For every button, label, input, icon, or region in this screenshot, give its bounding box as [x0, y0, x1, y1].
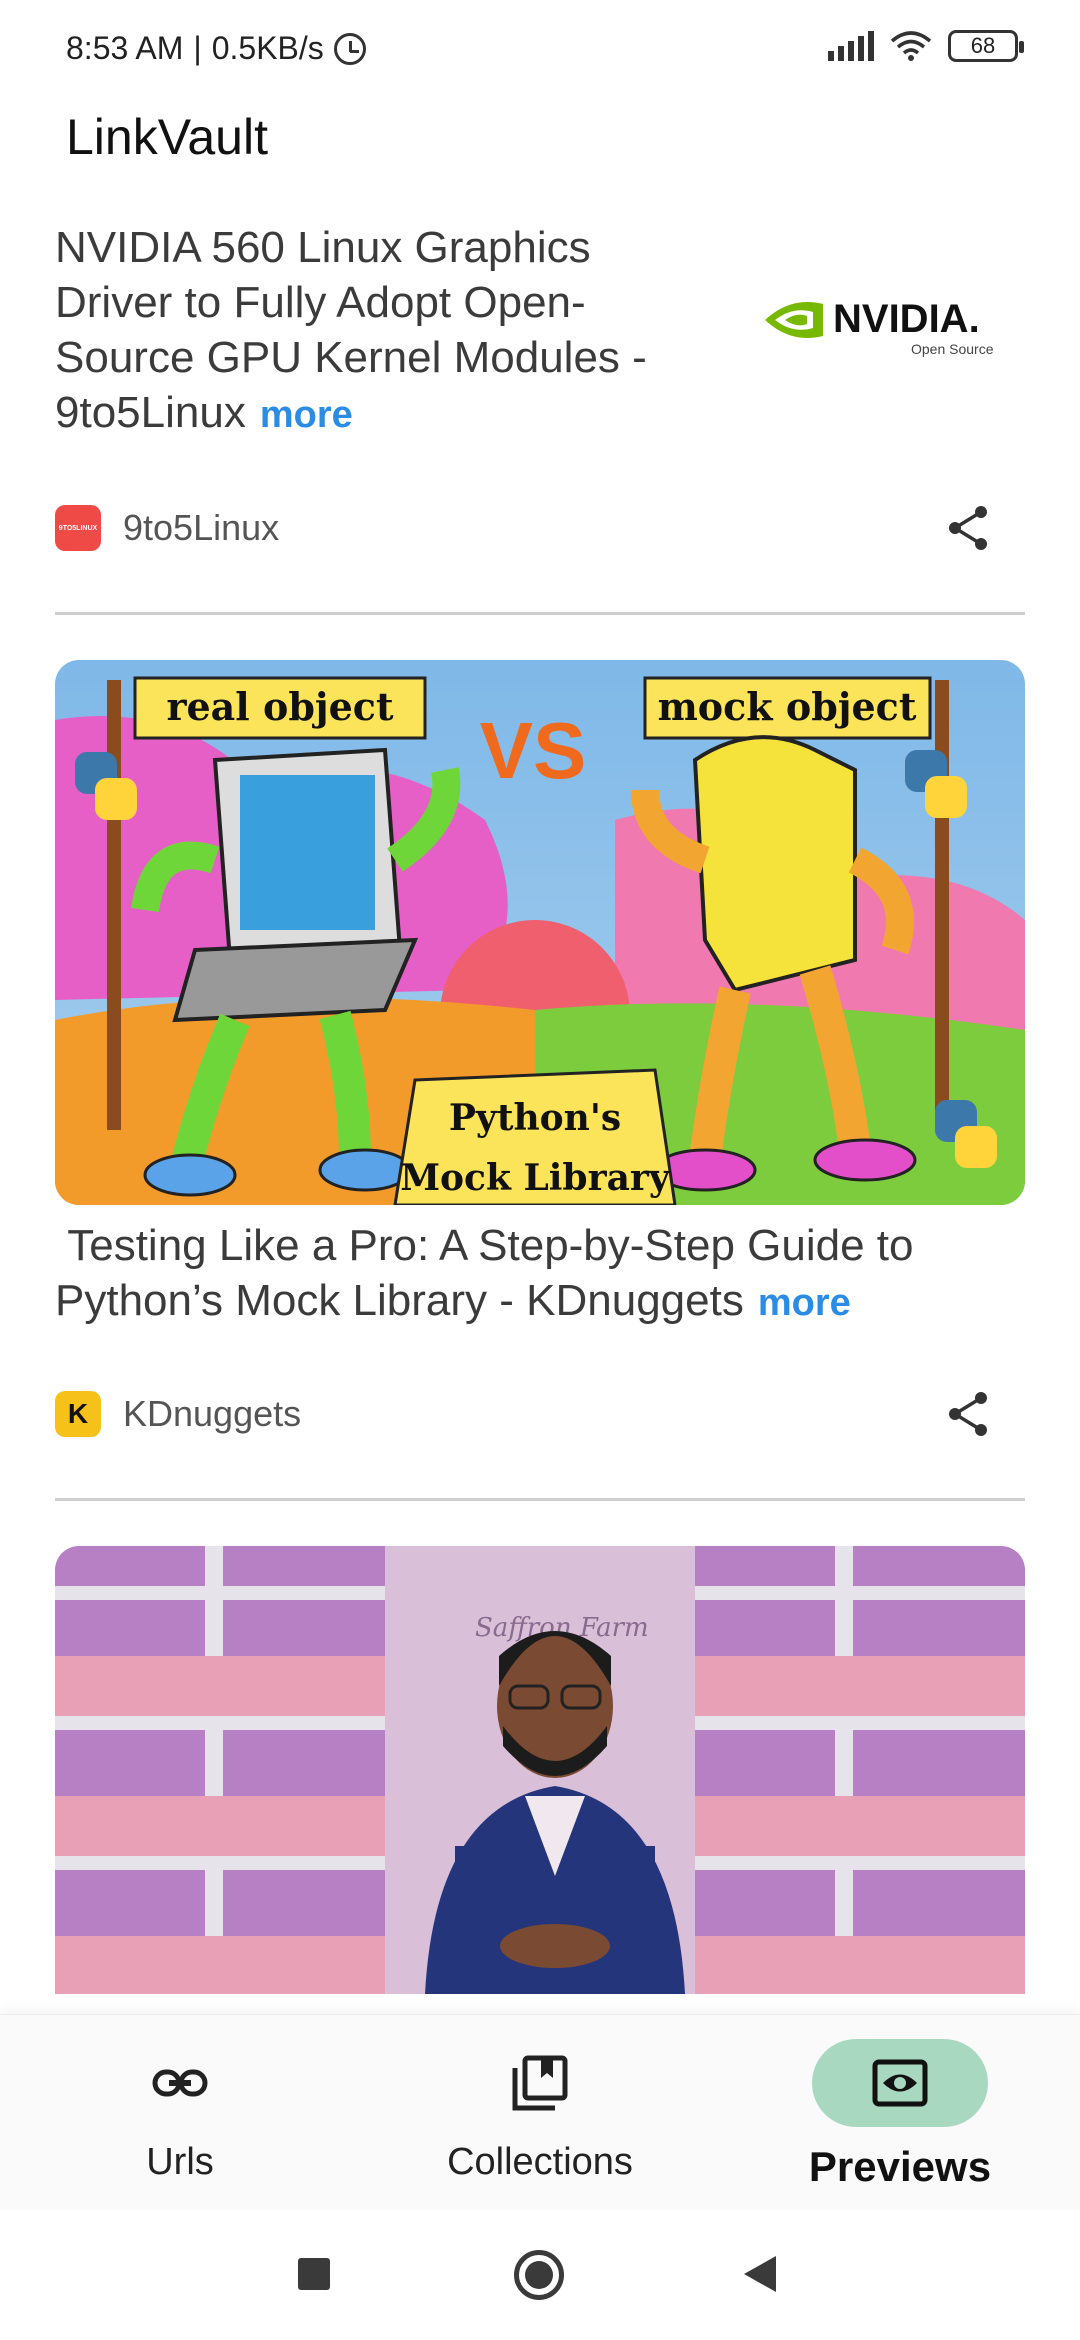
- nvidia-logo: NVIDIA. Open Source: [765, 297, 994, 357]
- wifi-icon: [890, 31, 932, 61]
- home-button[interactable]: [514, 2250, 564, 2300]
- nav-item-urls[interactable]: Urls: [0, 2015, 360, 2211]
- more-link[interactable]: more: [758, 1282, 851, 1324]
- card-title[interactable]: NVIDIA 560 Linux Graphics Driver to Full…: [55, 220, 705, 443]
- battery-icon: 68: [948, 30, 1024, 62]
- source-row: K KDnuggets: [55, 1384, 1025, 1444]
- nav-label: Previews: [808, 2143, 992, 2190]
- source-name: KDnuggets: [123, 1393, 302, 1434]
- battery-level: 68: [970, 33, 996, 58]
- nav-item-previews[interactable]: Previews: [720, 2015, 1080, 2211]
- image-vs-text: VS: [480, 706, 587, 795]
- nvidia-logo-subtext: Open Source: [911, 341, 994, 357]
- alarm-icon: [333, 32, 366, 65]
- signal-icon: [828, 31, 874, 61]
- status-separator: |: [193, 30, 202, 66]
- card-divider: [55, 612, 1025, 615]
- status-bar: 8:53 AM | 0.5KB/s 68: [0, 0, 1080, 100]
- share-icon[interactable]: [943, 1388, 995, 1440]
- link-icon: [152, 2069, 208, 2097]
- share-icon[interactable]: [943, 502, 995, 554]
- status-left: 8:53 AM | 0.5KB/s: [66, 30, 366, 67]
- nvidia-eye-icon: [765, 302, 823, 338]
- collections-icon: [512, 2055, 568, 2111]
- nvidia-logo-text: NVIDIA.: [833, 297, 980, 341]
- bottom-navigation: Urls Collections Previews: [0, 2014, 1080, 2210]
- nav-icon-wrap: [452, 2039, 628, 2127]
- source-name: 9to5Linux: [123, 507, 280, 548]
- status-time: 8:53 AM: [66, 30, 184, 66]
- source-favicon-text: 9TO5LINUX: [58, 524, 98, 532]
- status-right: 68: [828, 30, 1024, 62]
- preview-image[interactable]: real object mock object VS Python's Mock…: [55, 660, 1025, 1205]
- back-button[interactable]: [742, 2254, 778, 2294]
- source-favicon-text: K: [67, 1398, 89, 1429]
- source-favicon: K: [55, 1391, 101, 1437]
- image-sign-right: mock object: [658, 684, 917, 729]
- link-card[interactable]: real object mock object VS Python's Mock…: [55, 660, 1025, 1510]
- nav-label: Collections: [447, 2141, 633, 2183]
- recent-apps-button[interactable]: [298, 2258, 330, 2290]
- nav-icon-wrap: [92, 2039, 268, 2127]
- app-title: LinkVault: [66, 109, 268, 165]
- system-navigation-bar: [0, 2210, 1080, 2340]
- nav-active-indicator: [812, 2039, 988, 2127]
- link-card[interactable]: NVIDIA 560 Linux Graphics Driver to Full…: [55, 220, 1025, 620]
- nav-label: Urls: [146, 2141, 214, 2183]
- image-banner-line1: Python's: [449, 1097, 621, 1139]
- network-speed: 0.5KB/s: [211, 30, 324, 66]
- nav-item-collections[interactable]: Collections: [360, 2015, 720, 2211]
- home-button-dot: [525, 2261, 553, 2289]
- preview-eye-icon: [872, 2059, 928, 2107]
- link-card[interactable]: Saffron Farm: [55, 1546, 1025, 1996]
- card-title[interactable]: Testing Like a Pro: A Step-by-Step Guide…: [55, 1218, 1025, 1331]
- card-divider: [55, 1498, 1025, 1501]
- source-favicon: 9TO5LINUX: [55, 505, 101, 551]
- source-row: 9TO5LINUX 9to5Linux: [55, 498, 1025, 558]
- image-banner-line2: Mock Library: [400, 1157, 671, 1199]
- image-sign-left: real object: [166, 684, 393, 729]
- more-link[interactable]: more: [260, 394, 353, 436]
- preview-image[interactable]: Saffron Farm: [55, 1546, 1025, 1994]
